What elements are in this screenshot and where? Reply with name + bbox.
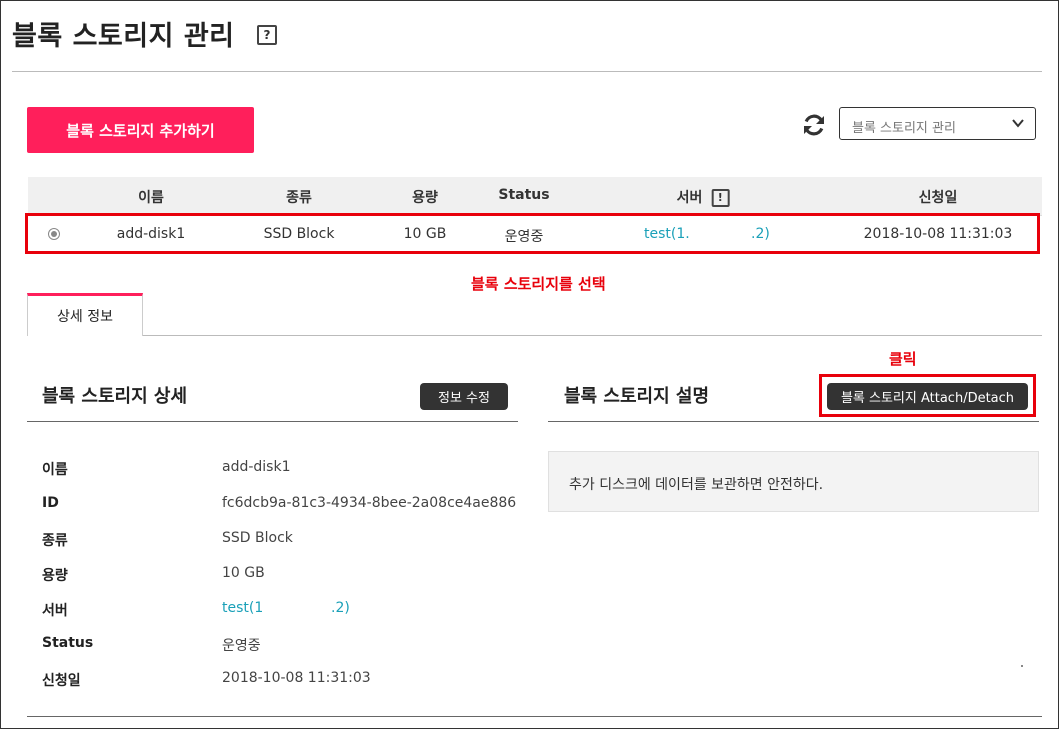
view-select[interactable]: 블록 스토리지 관리 xyxy=(839,107,1036,140)
detail-label-name: 이름 xyxy=(42,462,68,478)
description-box: 추가 디스크에 데이터를 보관하면 안전하다. xyxy=(548,451,1039,512)
detail-value-type: SSD Block xyxy=(222,530,293,546)
detail-value-id: fc6dcb9a-81c3-4934-8bee-2a08ce4ae886 xyxy=(222,495,517,511)
help-icon[interactable]: ? xyxy=(257,25,277,45)
detail-label-server: 서버 xyxy=(42,603,68,619)
tab-detail-info[interactable]: 상세 정보 xyxy=(27,293,143,336)
detail-label-type: 종류 xyxy=(42,533,68,549)
header-divider xyxy=(12,71,1042,72)
detail-section-title: 블록 스토리지 상세 xyxy=(42,386,188,407)
detail-value-server-end[interactable]: .2) xyxy=(331,600,350,616)
detail-label-id: ID xyxy=(42,495,59,511)
detail-value-server-start[interactable]: test(1 xyxy=(222,600,263,616)
column-header-status[interactable]: Status xyxy=(498,187,549,203)
click-hint-annotation: 클릭 xyxy=(889,350,917,368)
stray-dot xyxy=(1021,665,1023,667)
add-block-storage-button[interactable]: 블록 스토리지 추가하기 xyxy=(27,107,254,153)
row-highlight-annotation xyxy=(25,213,1040,254)
column-header-type[interactable]: 종류 xyxy=(286,187,312,207)
detail-label-status: Status xyxy=(42,635,94,651)
column-header-date[interactable]: 신청일 xyxy=(919,187,958,207)
detail-value-status: 운영중 xyxy=(222,638,261,654)
column-header-name[interactable]: 이름 xyxy=(138,187,164,207)
detail-value-date: 2018-10-08 11:31:03 xyxy=(222,670,371,686)
detail-section-divider xyxy=(27,421,518,422)
select-hint-annotation: 블록 스토리지를 선택 xyxy=(471,275,606,293)
detail-label-capacity: 용량 xyxy=(42,568,68,584)
page-title: 블록 스토리지 관리 xyxy=(12,21,235,52)
chevron-down-icon xyxy=(1012,119,1024,128)
detail-label-date: 신청일 xyxy=(42,673,81,689)
bottom-divider xyxy=(27,716,1042,717)
column-header-server: 서버 ! xyxy=(677,187,730,207)
view-select-value: 블록 스토리지 관리 xyxy=(852,121,956,136)
server-info-icon[interactable]: ! xyxy=(711,189,730,207)
column-header-server-label[interactable]: 서버 xyxy=(677,190,703,206)
attach-highlight-annotation xyxy=(819,374,1036,417)
edit-info-button[interactable]: 정보 수정 xyxy=(420,383,508,410)
description-section-title: 블록 스토리지 설명 xyxy=(564,386,710,407)
column-header-capacity[interactable]: 용량 xyxy=(412,187,438,207)
tab-divider xyxy=(143,335,1042,336)
table-header: 이름 종류 용량 Status 서버 ! 신청일 xyxy=(28,177,1042,216)
detail-value-capacity: 10 GB xyxy=(222,565,265,581)
description-section-divider xyxy=(548,421,1039,422)
refresh-icon[interactable] xyxy=(801,112,827,138)
detail-value-name: add-disk1 xyxy=(222,459,291,475)
